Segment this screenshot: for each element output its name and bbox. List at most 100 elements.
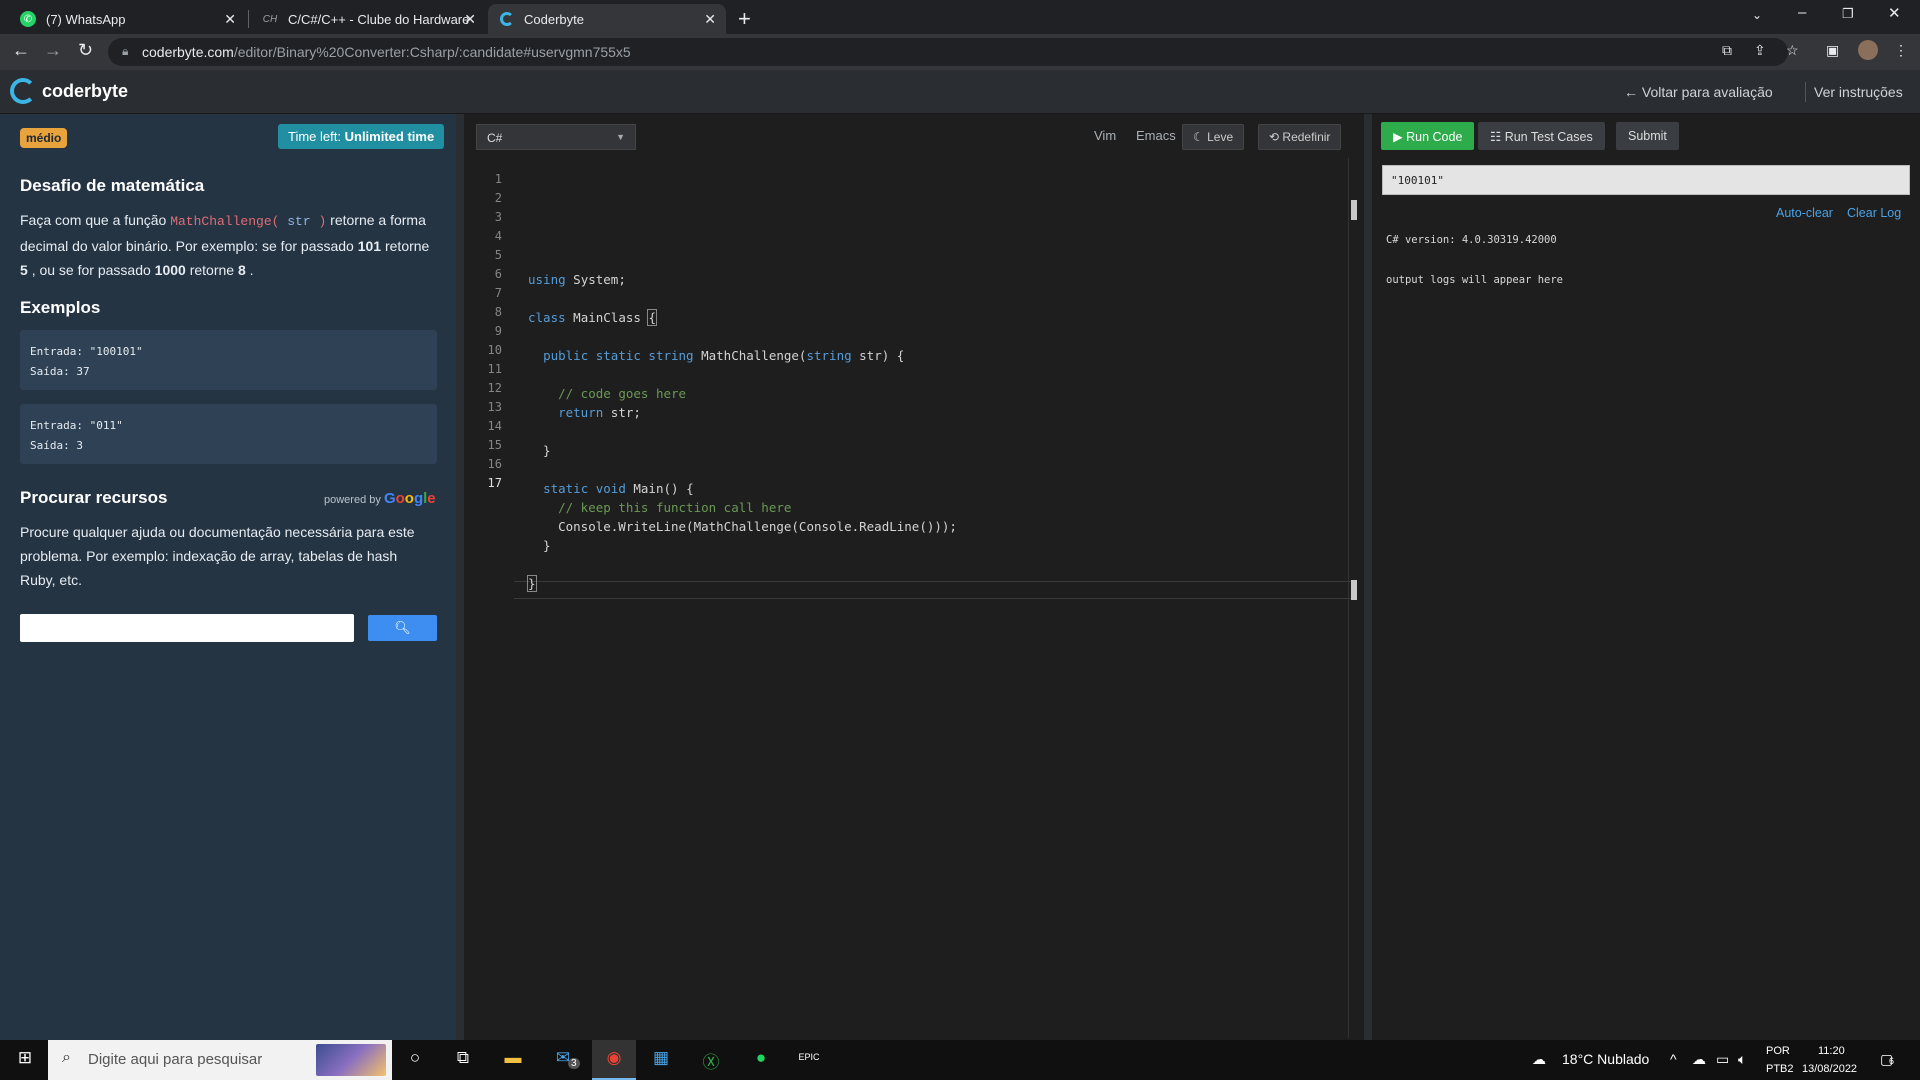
profile-avatar[interactable] <box>1858 40 1878 60</box>
emacs-mode-link[interactable]: Emacs <box>1136 128 1176 143</box>
back-icon[interactable]: ← <box>12 40 30 61</box>
coderbyte-logo-icon <box>10 78 36 104</box>
restore-icon[interactable]: ❐ <box>1842 6 1854 22</box>
whatsapp-icon: ✆ <box>20 11 36 27</box>
vim-mode-link[interactable]: Vim <box>1094 128 1116 143</box>
code-line[interactable]: // code goes here <box>528 386 686 401</box>
run-code-button[interactable]: ▶ Run Code <box>1381 122 1475 150</box>
close-icon[interactable]: ✕ <box>704 11 716 28</box>
theme-button[interactable]: ☾ Leve <box>1182 124 1245 150</box>
auto-clear-link[interactable]: Auto-clear <box>1776 206 1833 220</box>
code-line[interactable]: public static string MathChallenge(strin… <box>528 348 904 363</box>
submit-button[interactable]: Submit <box>1616 122 1679 150</box>
code-line[interactable]: return str; <box>528 405 641 420</box>
minimize-icon[interactable]: – <box>1798 4 1806 21</box>
reset-button[interactable]: ⟲ Redefinir <box>1258 124 1342 150</box>
taskbar-search[interactable]: ⌕ Digite aqui para pesquisar <box>48 1040 392 1080</box>
resources-search-input[interactable] <box>20 614 354 642</box>
cortana-icon[interactable]: ○ <box>402 1048 428 1072</box>
challenge-title: Desafio de matemática <box>20 176 205 195</box>
notifications-icon[interactable]: ▢ 6 <box>1880 1051 1894 1068</box>
code-line[interactable]: // keep this function call here <box>528 500 791 515</box>
mail-icon[interactable]: ✉ 3 <box>550 1048 580 1072</box>
example-box: Entrada: "011" Saída: 3 <box>20 404 437 464</box>
taskbar: ⊞ ⌕ Digite aqui para pesquisar ○ ⧉ ▬ ✉ 3 … <box>0 1040 1920 1080</box>
line-number: 16 <box>487 457 502 471</box>
example-output-value: 5 <box>20 262 28 278</box>
browser-menu-icon[interactable]: ⋮ <box>1894 42 1908 59</box>
desc-text: , ou se for passado <box>31 262 151 278</box>
weather-icon[interactable]: ☁ <box>1532 1051 1546 1068</box>
panel-divider[interactable] <box>1364 114 1372 1040</box>
file-explorer-icon[interactable]: ▬ <box>500 1048 526 1072</box>
new-tab-icon[interactable]: + <box>738 6 751 32</box>
code-line[interactable]: class MainClass { <box>528 309 657 326</box>
tab-clube-hardware[interactable]: CH C/C#/C++ - Clube do Hardware ✕ <box>250 4 486 34</box>
code-line[interactable]: static void Main() { <box>528 481 694 496</box>
store-icon[interactable]: ▦ <box>648 1048 674 1072</box>
editor-scrollbar[interactable] <box>1348 158 1349 1038</box>
language-indicator[interactable]: POR <box>1766 1045 1790 1057</box>
windows-start-icon[interactable]: ⊞ <box>12 1048 38 1072</box>
url-host: coderbyte.com <box>142 44 234 60</box>
translate-icon[interactable]: ⧉ <box>1722 42 1732 59</box>
close-icon[interactable]: ✕ <box>464 11 476 28</box>
coderbyte-logo[interactable]: coderbyte <box>10 78 128 104</box>
window-close-icon[interactable]: ✕ <box>1888 4 1901 22</box>
tab-search-icon[interactable]: ⌄ <box>1752 8 1762 22</box>
reload-icon[interactable]: ↻ <box>78 40 93 61</box>
code-line[interactable]: } <box>527 575 537 592</box>
lock-icon: 🔒︎ <box>122 44 129 58</box>
code-line[interactable]: } <box>528 443 551 458</box>
tab-whatsapp[interactable]: ✆ (7) WhatsApp ✕ <box>8 4 246 34</box>
view-instructions-link[interactable]: Ver instruções <box>1814 84 1903 100</box>
url-text[interactable]: coderbyte.com/editor/Binary%20Converter:… <box>142 44 631 60</box>
clube-hardware-icon: CH <box>262 13 278 25</box>
xbox-icon[interactable]: Ⓧ <box>698 1048 724 1072</box>
panel-divider[interactable] <box>456 114 464 1040</box>
current-line-highlight <box>514 581 1354 599</box>
powered-by-label: powered by <box>324 494 381 506</box>
clock-date[interactable]: 13/08/2022 <box>1802 1063 1857 1075</box>
tray-chevron-icon[interactable]: ^ <box>1670 1051 1677 1067</box>
code-line[interactable]: } <box>528 538 551 553</box>
epic-games-icon[interactable]: EPIC <box>796 1052 822 1076</box>
share-icon[interactable]: ⇪ <box>1754 42 1766 59</box>
line-number: 5 <box>494 248 502 262</box>
onedrive-icon[interactable]: ☁ <box>1692 1051 1706 1068</box>
tab-label: (7) WhatsApp <box>46 11 126 27</box>
coderbyte-icon <box>500 12 514 26</box>
language-select[interactable]: C# ▼ <box>476 124 636 150</box>
code-line[interactable]: using System; <box>528 272 626 287</box>
chrome-icon[interactable]: ◉ <box>592 1040 636 1080</box>
bookmark-star-icon[interactable]: ☆ <box>1786 42 1799 59</box>
forward-icon[interactable]: → <box>44 40 62 61</box>
brand-name: coderbyte <box>42 80 129 101</box>
keyboard-layout[interactable]: PTB2 <box>1766 1063 1794 1075</box>
tab-coderbyte[interactable]: Coderbyte ✕ <box>488 4 726 34</box>
play-icon: ▶ <box>1393 130 1403 144</box>
run-code-label: Run Code <box>1406 130 1463 144</box>
example-output: Saída: 37 <box>30 365 90 378</box>
network-icon[interactable]: ▭ <box>1716 1051 1729 1068</box>
line-number: 12 <box>487 381 502 395</box>
run-test-cases-button[interactable]: ☷ Run Test Cases <box>1478 122 1605 150</box>
weather-text[interactable]: 18°C Nublado <box>1562 1051 1649 1067</box>
taskbar-search-placeholder: Digite aqui para pesquisar <box>88 1051 263 1068</box>
spotify-icon[interactable]: ● <box>748 1048 774 1072</box>
example-output: Saída: 3 <box>30 439 83 452</box>
resources-search-button[interactable]: 🔍︎ <box>368 615 437 641</box>
volume-icon[interactable]: 🔈︎ <box>1738 1051 1746 1068</box>
close-icon[interactable]: ✕ <box>224 11 236 28</box>
task-view-icon[interactable]: ⧉ <box>450 1048 476 1072</box>
clear-log-link[interactable]: Clear Log <box>1847 206 1901 220</box>
clock-time[interactable]: 11:20 <box>1818 1045 1845 1057</box>
stdin-input[interactable]: "100101" <box>1382 165 1910 195</box>
code-line[interactable]: Console.WriteLine(MathChallenge(Console.… <box>528 519 957 534</box>
back-to-assessment-link[interactable]: ← Voltar para avaliação <box>1624 84 1773 100</box>
desc-text: retorne <box>384 238 430 254</box>
function-signature: MathChallenge( str ) <box>170 214 326 229</box>
side-panel-icon[interactable]: ▣ <box>1826 42 1839 59</box>
chevron-down-icon: ▼ <box>616 132 625 142</box>
url-bar[interactable]: 🔒︎ coderbyte.com/editor/Binary%20Convert… <box>108 38 1788 66</box>
